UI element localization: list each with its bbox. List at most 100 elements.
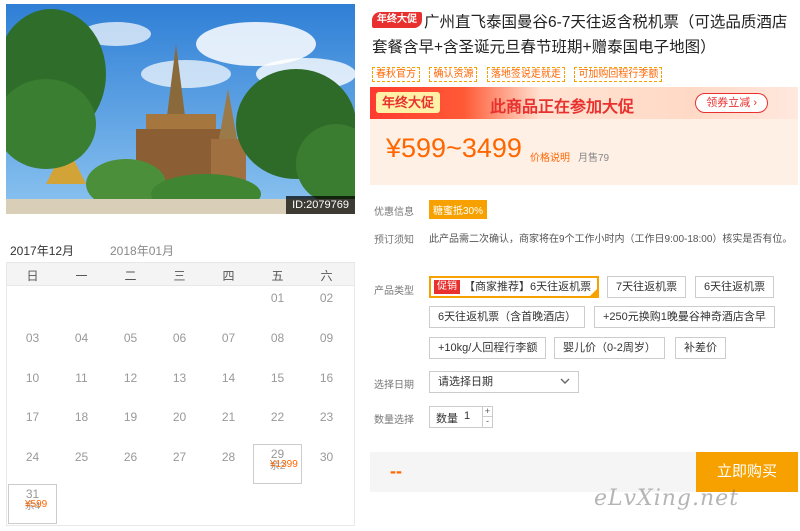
option-hotel-upgrade[interactable]: +250元换购1晚曼谷神奇酒店含早 [594, 306, 775, 328]
calendar-day: 09 [302, 325, 351, 365]
calendar-day: 07 [204, 325, 253, 365]
quantity-field-label: 数量 [436, 413, 458, 425]
option-extra-baggage[interactable]: +10kg/人回程行李额 [429, 337, 547, 359]
day-number: 02 [319, 291, 334, 305]
discount-label: 优惠信息 [374, 207, 414, 218]
day-price: ¥599 [25, 499, 48, 510]
weekday-label: 一 [75, 269, 88, 283]
calendar-day: 12 [106, 365, 155, 405]
option-price-difference[interactable]: 补差价 [675, 337, 726, 359]
price-range: ¥599~3499 [386, 133, 522, 163]
day-number: 03 [25, 331, 40, 345]
coupon-button[interactable]: 领券立减 › [695, 93, 768, 113]
day-number: 04 [74, 331, 89, 345]
day-number: 26 [123, 450, 138, 464]
day-number: 22 [270, 410, 285, 424]
quantity-value[interactable]: 1 [464, 410, 470, 422]
price-box: ¥599~3499 价格说明 月售79 [370, 119, 798, 185]
tag-baggage: 可加购回程行李额 [574, 67, 663, 82]
quantity-stepper[interactable]: 数量 1 + - [429, 406, 493, 428]
calendar-day: 23 [302, 404, 351, 444]
date-select[interactable]: 请选择日期 [429, 371, 579, 393]
calendar-day: 30 [302, 444, 351, 484]
month-tabs: 2017年12月 2018年01月 [5, 238, 355, 265]
option-6day-hotel[interactable]: 6天往返机票（含首晚酒店） [429, 306, 586, 328]
day-number: 13 [172, 371, 187, 385]
option-6day[interactable]: 6天往返机票 [695, 276, 775, 298]
tag-visa: 落地签说走就走 [486, 67, 565, 82]
day-price: ¥1399 [270, 459, 298, 470]
banner-text: 此商品正在参加大促 [490, 99, 635, 116]
monthly-sales: 月售79 [578, 153, 610, 164]
day-number: 09 [319, 331, 334, 345]
site-watermark: eLvXing.net [594, 486, 740, 511]
day-number: 21 [221, 410, 236, 424]
day-number: 14 [221, 371, 236, 385]
calendar-day: 25 [57, 444, 106, 484]
discount-badge: 糖蜜抵30% [429, 200, 488, 219]
day-number: 25 [74, 450, 89, 464]
calendar-day-available[interactable]: 31 ¥599 余4 [8, 484, 57, 524]
day-number: 10 [25, 371, 40, 385]
chevron-down-icon [560, 378, 570, 384]
calendar-day: 24 [8, 444, 57, 484]
option-recommended-6day[interactable]: 促销 【商家推荐】6天往返机票 [429, 276, 600, 298]
calendar-day: 18 [57, 404, 106, 444]
calendar-day: 15 [253, 365, 302, 405]
day-number: 27 [172, 450, 187, 464]
photo-id-label: ID:2079769 [286, 196, 355, 214]
promo-tag: 促销 [434, 280, 460, 294]
tab-month-dec[interactable]: 2017年12月 [5, 238, 79, 265]
calendar-day: 06 [155, 325, 204, 365]
day-number: 07 [221, 331, 236, 345]
booking-notice: 此产品需二次确认，商家将在9个工作小时内（工作日9:00-18:00）核实是否有… [429, 234, 793, 245]
calendar-day: 14 [204, 365, 253, 405]
date-placeholder: 请选择日期 [438, 376, 493, 388]
option-infant[interactable]: 婴儿价（0-2周岁） [554, 337, 665, 359]
calendar: 日 一 二 三 四 五 六 01 02 03 04 05 06 07 08 09 10 11 12 13 14 15 16… [6, 262, 355, 526]
date-label: 选择日期 [374, 380, 414, 391]
day-number: 20 [172, 410, 187, 424]
weekday-label: 三 [173, 269, 186, 283]
calendar-day: 27 [155, 444, 204, 484]
calendar-day: 20 [155, 404, 204, 444]
calendar-day: 16 [302, 365, 351, 405]
day-number: 06 [172, 331, 187, 345]
day-number: 19 [123, 410, 138, 424]
tag-confirmed: 确认资源 [429, 67, 478, 82]
day-number: 30 [319, 450, 334, 464]
banner-chip: 年终大促 [376, 92, 441, 113]
tab-month-jan[interactable]: 2018年01月 [110, 238, 174, 265]
product-photo: ID:2079769 [6, 4, 355, 214]
weekday-label: 五 [271, 269, 284, 283]
total-price: -- [390, 461, 402, 481]
day-number: 18 [74, 410, 89, 424]
weekday-label: 二 [124, 269, 137, 283]
day-number: 23 [319, 410, 334, 424]
calendar-day-available[interactable]: 29 ¥1399 余2 [253, 444, 302, 484]
calendar-day: 08 [253, 325, 302, 365]
product-title: 广州直飞泰国曼谷6-7天往返含税机票（可选品质酒店套餐含早+含圣诞元旦春节班期+… [372, 14, 788, 56]
day-number: 15 [270, 371, 285, 385]
temple-image [6, 4, 355, 214]
calendar-day: 19 [106, 404, 155, 444]
option-7day[interactable]: 7天往返机票 [607, 276, 687, 298]
day-number: 11 [75, 371, 88, 385]
price-note-link[interactable]: 价格说明 [530, 149, 570, 164]
calendar-day: 21 [204, 404, 253, 444]
day-number: 01 [270, 291, 285, 305]
quantity-decrease-button[interactable]: - [482, 417, 492, 427]
option-label: 【商家推荐】6天往返机票 [464, 281, 592, 293]
day-number: 24 [25, 450, 40, 464]
calendar-day: 01 [253, 285, 302, 325]
weekday-label: 日 [26, 269, 39, 283]
tag-official: 春秋官方 [372, 67, 420, 82]
calendar-day: 10 [8, 365, 57, 405]
calendar-day: 22 [253, 404, 302, 444]
day-number: 28 [221, 450, 236, 464]
calendar-day: 05 [106, 325, 155, 365]
calendar-day: 28 [204, 444, 253, 484]
promo-banner: 年终大促 此商品正在参加大促 领券立减 › [370, 87, 798, 119]
calendar-day: 26 [106, 444, 155, 484]
day-number: 17 [25, 410, 40, 424]
